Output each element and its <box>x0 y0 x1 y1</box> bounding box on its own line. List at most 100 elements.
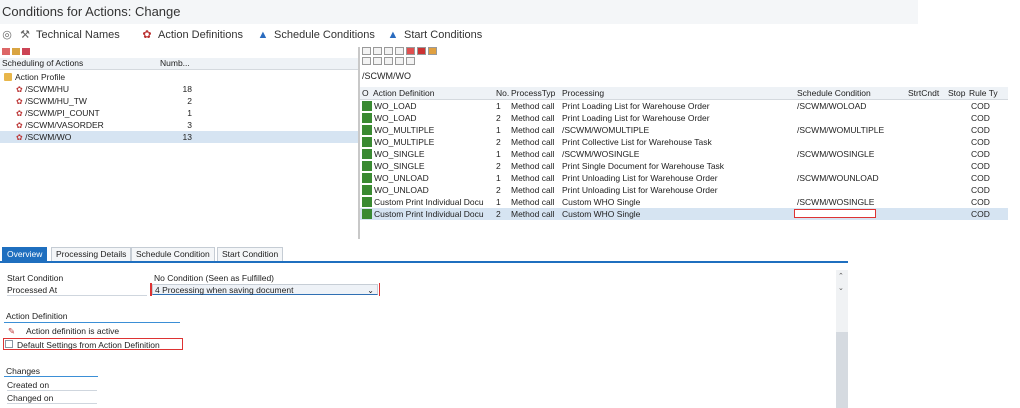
toolbar-icon[interactable] <box>406 47 415 55</box>
col-start-condition[interactable]: StrtCndt <box>908 87 939 99</box>
tab-overview[interactable]: Overview <box>2 247 48 261</box>
toolbar-icon[interactable] <box>373 47 382 55</box>
table-path: /SCWM/WO <box>362 71 411 81</box>
cell-number: 1 <box>496 149 501 159</box>
table-row[interactable]: WO_MULTIPLE 2 Method call Print Collecti… <box>360 136 1008 148</box>
technical-names-label: Technical Names <box>36 29 120 41</box>
cell-process-type: Method call <box>511 101 555 111</box>
table-row[interactable]: WO_SINGLE 2 Method call Print Single Doc… <box>360 160 1008 172</box>
tree-toolbar-icon[interactable] <box>22 48 30 55</box>
schedule-conditions-button[interactable]: ▲ Schedule Conditions <box>256 24 375 46</box>
schedule-condition-highlight[interactable] <box>794 209 876 218</box>
toolbar-icon[interactable] <box>395 47 404 55</box>
tree-item-label: /SCWM/VASORDER <box>25 120 104 130</box>
processed-at-dropdown[interactable]: 4 Processing when saving document ⌄ <box>150 283 380 296</box>
col-processing[interactable]: Processing <box>562 87 604 99</box>
action-icon: ✿ <box>16 133 23 142</box>
table-row[interactable]: WO_MULTIPLE 1 Method call /SCWM/WOMULTIP… <box>360 124 1008 136</box>
tree-toolbar-icon[interactable] <box>2 48 10 55</box>
tree-item[interactable]: ✿ /SCWM/VASORDER 3 <box>0 119 358 131</box>
col-number[interactable]: No. <box>496 87 509 99</box>
scroll-up-icon[interactable]: ⌃ <box>838 272 844 280</box>
technical-names-button[interactable]: ◎ ⚒ Technical Names <box>0 24 120 46</box>
active-status-icon <box>362 209 372 219</box>
vertical-scrollbar[interactable]: ⌃ ⌄ <box>836 270 848 408</box>
tree-item-number: 2 <box>187 96 192 106</box>
cell-process-type: Method call <box>511 185 555 195</box>
layout-icon[interactable] <box>406 57 415 65</box>
scrollbar-thumb[interactable] <box>836 332 848 408</box>
details-icon[interactable] <box>362 57 371 65</box>
tree-item[interactable]: ✿ /SCWM/HU_TW 2 <box>0 95 358 107</box>
cell-definition: WO_SINGLE <box>374 149 425 159</box>
tree-toolbar-icon[interactable] <box>12 48 20 55</box>
cell-processing: Print Loading List for Warehouse Order <box>562 101 710 111</box>
cell-definition: WO_UNLOAD <box>374 185 429 195</box>
table-row[interactable]: WO_SINGLE 1 Method call /SCWM/WOSINGLE /… <box>360 148 1008 160</box>
tree-root[interactable]: Action Profile <box>0 71 358 83</box>
chevron-down-icon: ⌄ <box>367 286 374 295</box>
col-schedule-condition[interactable]: Schedule Condition <box>797 87 871 99</box>
table-row[interactable]: WO_UNLOAD 2 Method call Print Unloading … <box>360 184 1008 196</box>
cell-definition: Custom Print Individual Docu <box>374 209 484 219</box>
cell-processing: /SCWM/WOSINGLE <box>562 149 640 159</box>
find-next-icon[interactable] <box>384 57 393 65</box>
tab-start-condition[interactable]: Start Condition <box>217 247 284 261</box>
overview-panel: Start Condition No Condition (Seen as Fu… <box>0 263 848 408</box>
cell-number: 2 <box>496 185 501 195</box>
table-row[interactable]: WO_UNLOAD 1 Method call Print Unloading … <box>360 172 1008 184</box>
active-status-icon <box>362 101 372 111</box>
print-icon[interactable] <box>395 57 404 65</box>
tree-item[interactable]: ✿ /SCWM/PI_COUNT 1 <box>0 107 358 119</box>
cell-process-type: Method call <box>511 161 555 171</box>
table-row[interactable]: WO_LOAD 2 Method call Print Loading List… <box>360 112 1008 124</box>
table-row[interactable]: Custom Print Individual Docu 1 Method ca… <box>360 196 1008 208</box>
cell-processing: Print Collective List for Warehouse Task <box>562 137 712 147</box>
start-conditions-button[interactable]: ▲ Start Conditions <box>386 24 483 46</box>
hammer-icon: ⚒ <box>20 29 30 41</box>
cell-rule-type: COD <box>971 173 990 183</box>
tab-processing-details[interactable]: Processing Details <box>51 247 132 261</box>
scheduling-tree-panel: Scheduling of Actions Numb... Action Pro… <box>0 47 359 239</box>
action-definitions-button[interactable]: ✿ Action Definitions <box>140 24 243 46</box>
toolbar-icon[interactable] <box>428 47 437 55</box>
action-icon: ✿ <box>16 109 23 118</box>
scroll-down-icon[interactable]: ⌄ <box>838 284 844 292</box>
tree-item-label: /SCWM/HU <box>25 84 69 94</box>
blank-area <box>918 0 1020 47</box>
tree-item[interactable]: ✿ /SCWM/HU 18 <box>0 83 358 95</box>
cell-schedule-condition: /SCWM/WOMULTIPLE <box>797 125 885 135</box>
page-title: Conditions for Actions: Change <box>0 0 918 24</box>
tree-item-selected[interactable]: ✿ /SCWM/WO 13 <box>0 131 358 143</box>
cell-process-type: Method call <box>511 209 555 219</box>
cell-processing: Print Unloading List for Warehouse Order <box>562 173 718 183</box>
default-settings-checkbox[interactable] <box>5 340 13 348</box>
col-process-type[interactable]: ProcessTyp <box>511 87 555 99</box>
toolbar-icon[interactable] <box>384 47 393 55</box>
cell-rule-type: COD <box>971 101 990 111</box>
table-row[interactable]: WO_LOAD 1 Method call Print Loading List… <box>360 100 1008 112</box>
col-o[interactable]: O <box>362 87 369 99</box>
col-action-definition[interactable]: Action Definition <box>373 87 434 99</box>
toolbar-icon[interactable] <box>417 47 426 55</box>
col-stop[interactable]: Stop <box>948 87 966 99</box>
cell-number: 2 <box>496 161 501 171</box>
col-rule-type[interactable]: Rule Ty <box>969 87 998 99</box>
toolbar-icon[interactable] <box>362 47 371 55</box>
cell-rule-type: COD <box>971 161 990 171</box>
table-toolbar-top <box>360 47 437 56</box>
cell-process-type: Method call <box>511 137 555 147</box>
section-divider <box>4 376 98 377</box>
table-toolbar <box>360 57 415 69</box>
start-condition-value: No Condition (Seen as Fulfilled) <box>154 273 275 283</box>
tab-schedule-condition[interactable]: Schedule Condition <box>131 247 215 261</box>
start-conditions-label: Start Conditions <box>404 29 483 41</box>
field-underline <box>7 285 147 296</box>
tree-item-number: 3 <box>187 120 192 130</box>
detail-tabs: Overview Processing Details Schedule Con… <box>0 247 540 261</box>
table-row-selected[interactable]: Custom Print Individual Docu 2 Method ca… <box>360 208 1008 220</box>
tree-item-label: /SCWM/WO <box>25 132 72 142</box>
tree-item-number: 13 <box>182 132 192 142</box>
active-status-icon <box>362 113 372 123</box>
find-icon[interactable] <box>373 57 382 65</box>
